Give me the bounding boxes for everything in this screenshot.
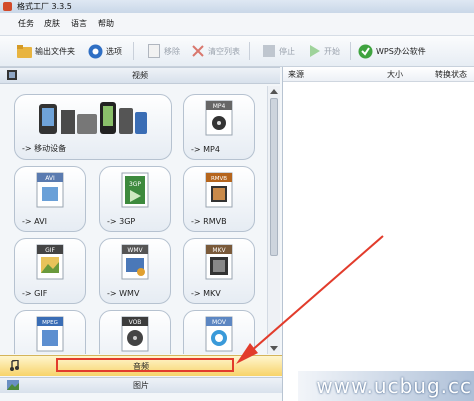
remove-button[interactable]: 移除 [146, 41, 180, 61]
toolbar-separator [350, 42, 351, 60]
svg-text:AVI: AVI [45, 175, 55, 182]
menu-language[interactable]: 语言 [71, 18, 87, 29]
svg-text:MKV: MKV [212, 247, 226, 254]
start-button[interactable]: 开始 [306, 41, 340, 61]
video-section-header[interactable]: 视频 [0, 67, 280, 84]
scroll-up-icon[interactable] [270, 89, 278, 94]
app-icon [3, 2, 12, 11]
toolbar: 输出文件夹 选项 移除 清空列表 停止 开始 WPS办公软件 [0, 36, 474, 67]
svg-text:GIF: GIF [45, 247, 55, 254]
rmvb-file-icon: RMVB [205, 172, 233, 210]
window-title: 格式工厂 3.3.5 [17, 2, 72, 11]
tile-rmvb[interactable]: RMVB -> RMVB [183, 166, 255, 232]
gif-file-icon: GIF [36, 244, 64, 282]
tile-mpeg[interactable]: MPEG [14, 310, 86, 354]
svg-text:RMVB: RMVB [211, 176, 227, 182]
task-list-header: 来源 大小 转换状态 [283, 67, 474, 82]
format-panel: 视频 -> 移动设备 MP4 -> MP4 AVI -> AVI 3GP -> … [0, 67, 283, 401]
svg-text:MP4: MP4 [213, 103, 226, 110]
menu-help[interactable]: 帮助 [98, 18, 114, 29]
tile-mkv[interactable]: MKV -> MKV [183, 238, 255, 304]
menu-skin[interactable]: 皮肤 [44, 18, 60, 29]
mp4-file-icon: MP4 [205, 100, 233, 138]
menu-bar: 任务 皮肤 语言 帮助 [0, 13, 474, 36]
stop-button[interactable]: 停止 [261, 41, 295, 61]
clear-list-button[interactable]: 清空列表 [190, 41, 240, 61]
tile-wmv[interactable]: WMV -> WMV [99, 238, 171, 304]
svg-text:VOB: VOB [129, 319, 142, 326]
audio-section-header[interactable]: 音频 [0, 355, 282, 376]
options-button[interactable]: 选项 [88, 41, 122, 61]
toolbar-separator [133, 42, 134, 60]
svg-text:MOV: MOV [212, 319, 227, 326]
video-format-grid: -> 移动设备 MP4 -> MP4 AVI -> AVI 3GP -> 3GP… [8, 86, 266, 354]
menu-task[interactable]: 任务 [18, 18, 34, 29]
watermark-text: www.ucbug.cc [316, 374, 472, 398]
mkv-file-icon: MKV [205, 244, 233, 282]
svg-text:MPEG: MPEG [42, 320, 58, 326]
tile-mov[interactable]: MOV [183, 310, 255, 354]
tile-mp4[interactable]: MP4 -> MP4 [183, 94, 255, 160]
mov-file-icon: MOV [205, 316, 233, 354]
title-bar: 格式工厂 3.3.5 [0, 0, 474, 13]
clear-icon [190, 44, 205, 59]
watermark: www.ucbug.cc [298, 371, 474, 401]
3gp-file-icon: 3GP [121, 172, 149, 210]
settings-icon [88, 44, 103, 59]
column-status[interactable]: 转换状态 [435, 69, 467, 80]
avi-file-icon: AVI [36, 172, 64, 210]
wps-logo-icon [358, 44, 373, 59]
picture-section-header[interactable]: 图片 [0, 377, 282, 393]
format-list-scrollbar[interactable] [267, 86, 280, 354]
column-source[interactable]: 来源 [288, 69, 304, 80]
folder-icon [17, 44, 32, 59]
tile-gif[interactable]: GIF -> GIF [14, 238, 86, 304]
tile-vob[interactable]: VOB [99, 310, 171, 354]
wps-button[interactable]: WPS办公软件 [358, 41, 426, 61]
scroll-down-icon[interactable] [270, 346, 278, 351]
vob-file-icon: VOB [121, 316, 149, 354]
mpeg-file-icon: MPEG [36, 316, 64, 354]
document-icon [146, 44, 161, 59]
wmv-file-icon: WMV [121, 244, 149, 282]
tile-3gp[interactable]: 3GP -> 3GP [99, 166, 171, 232]
task-list-panel: 来源 大小 转换状态 [283, 67, 474, 401]
column-size[interactable]: 大小 [387, 69, 403, 80]
tile-mobile-device[interactable]: -> 移动设备 [14, 94, 172, 160]
mobile-devices-icon [37, 100, 149, 138]
toolbar-separator [249, 42, 250, 60]
svg-text:WMV: WMV [127, 247, 143, 254]
stop-icon [261, 44, 276, 59]
svg-text:3GP: 3GP [129, 181, 141, 188]
output-folder-button[interactable]: 输出文件夹 [17, 41, 75, 61]
scrollbar-thumb[interactable] [270, 98, 278, 256]
play-icon [306, 44, 321, 59]
tile-avi[interactable]: AVI -> AVI [14, 166, 86, 232]
